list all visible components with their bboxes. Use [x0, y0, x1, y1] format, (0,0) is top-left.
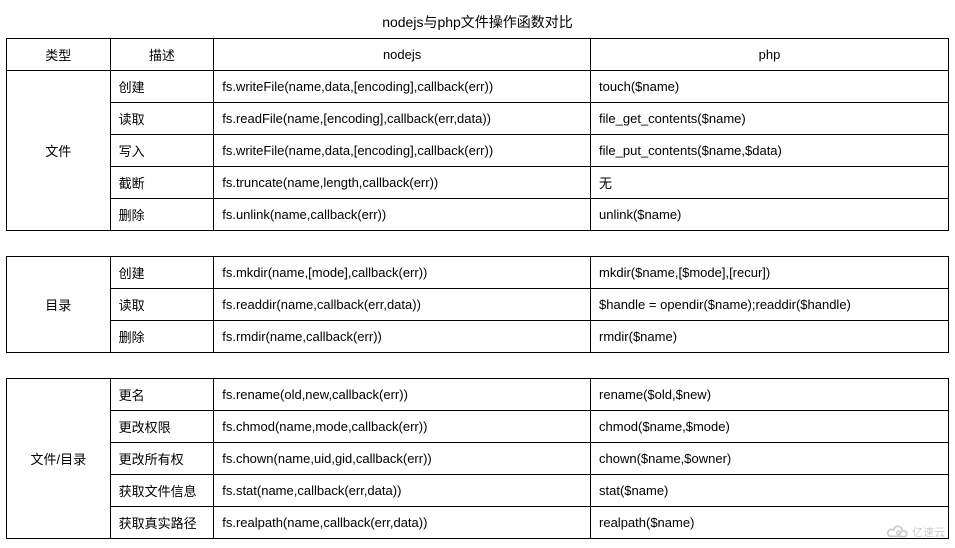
- cell-desc: 读取: [110, 103, 214, 135]
- type-cell: 文件: [7, 71, 111, 231]
- cell-desc: 获取真实路径: [110, 507, 214, 539]
- spacer-row: [7, 231, 949, 257]
- cell-desc: 读取: [110, 289, 214, 321]
- table-row: 截断fs.truncate(name,length,callback(err))…: [7, 167, 949, 199]
- cell-nodejs: fs.readdir(name,callback(err,data)): [214, 289, 591, 321]
- watermark-text: 亿速云: [912, 524, 945, 540]
- cell-desc: 创建: [110, 71, 214, 103]
- cell-desc: 更名: [110, 379, 214, 411]
- cell-php: stat($name): [591, 475, 949, 507]
- table-row: 目录创建fs.mkdir(name,[mode],callback(err))m…: [7, 257, 949, 289]
- cell-desc: 获取文件信息: [110, 475, 214, 507]
- cell-php: mkdir($name,[$mode],[recur]): [591, 257, 949, 289]
- cell-nodejs: fs.mkdir(name,[mode],callback(err)): [214, 257, 591, 289]
- header-desc: 描述: [110, 39, 214, 71]
- cell-desc: 创建: [110, 257, 214, 289]
- cell-php: 无: [591, 167, 949, 199]
- table-row: 读取fs.readdir(name,callback(err,data))$ha…: [7, 289, 949, 321]
- cell-nodejs: fs.rename(old,new,callback(err)): [214, 379, 591, 411]
- cell-desc: 删除: [110, 321, 214, 353]
- cell-nodejs: fs.writeFile(name,data,[encoding],callba…: [214, 71, 591, 103]
- cell-php: rmdir($name): [591, 321, 949, 353]
- table-row: 文件/目录更名fs.rename(old,new,callback(err))r…: [7, 379, 949, 411]
- header-nodejs: nodejs: [214, 39, 591, 71]
- cell-desc: 截断: [110, 167, 214, 199]
- table-row: 更改所有权fs.chown(name,uid,gid,callback(err)…: [7, 443, 949, 475]
- header-php: php: [591, 39, 949, 71]
- type-cell: 文件/目录: [7, 379, 111, 539]
- cell-nodejs: fs.rmdir(name,callback(err)): [214, 321, 591, 353]
- table-row: 删除fs.rmdir(name,callback(err))rmdir($nam…: [7, 321, 949, 353]
- cell-desc: 更改权限: [110, 411, 214, 443]
- table-row: 删除fs.unlink(name,callback(err))unlink($n…: [7, 199, 949, 231]
- table-row: 更改权限fs.chmod(name,mode,callback(err))chm…: [7, 411, 949, 443]
- cell-nodejs: fs.unlink(name,callback(err)): [214, 199, 591, 231]
- cell-php: file_put_contents($name,$data): [591, 135, 949, 167]
- type-cell: 目录: [7, 257, 111, 353]
- cell-nodejs: fs.chmod(name,mode,callback(err)): [214, 411, 591, 443]
- cloud-icon: [886, 525, 908, 539]
- cell-php: file_get_contents($name): [591, 103, 949, 135]
- cell-nodejs: fs.chown(name,uid,gid,callback(err)): [214, 443, 591, 475]
- cell-desc: 写入: [110, 135, 214, 167]
- header-type: 类型: [7, 39, 111, 71]
- cell-php: chown($name,$owner): [591, 443, 949, 475]
- cell-php: touch($name): [591, 71, 949, 103]
- cell-php: chmod($name,$mode): [591, 411, 949, 443]
- table-row: 读取fs.readFile(name,[encoding],callback(e…: [7, 103, 949, 135]
- cell-php: $handle = opendir($name);readdir($handle…: [591, 289, 949, 321]
- watermark: 亿速云: [886, 524, 945, 540]
- cell-nodejs: fs.realpath(name,callback(err,data)): [214, 507, 591, 539]
- table-title: nodejs与php文件操作函数对比: [7, 6, 949, 39]
- cell-nodejs: fs.stat(name,callback(err,data)): [214, 475, 591, 507]
- cell-php: unlink($name): [591, 199, 949, 231]
- cell-nodejs: fs.writeFile(name,data,[encoding],callba…: [214, 135, 591, 167]
- table-row: 获取真实路径fs.realpath(name,callback(err,data…: [7, 507, 949, 539]
- comparison-table: nodejs与php文件操作函数对比类型描述nodejsphp文件创建fs.wr…: [6, 6, 949, 539]
- table-row: 写入fs.writeFile(name,data,[encoding],call…: [7, 135, 949, 167]
- cell-nodejs: fs.truncate(name,length,callback(err)): [214, 167, 591, 199]
- spacer-row: [7, 353, 949, 379]
- cell-desc: 更改所有权: [110, 443, 214, 475]
- cell-nodejs: fs.readFile(name,[encoding],callback(err…: [214, 103, 591, 135]
- cell-desc: 删除: [110, 199, 214, 231]
- table-row: 获取文件信息fs.stat(name,callback(err,data))st…: [7, 475, 949, 507]
- table-row: 文件创建fs.writeFile(name,data,[encoding],ca…: [7, 71, 949, 103]
- cell-php: rename($old,$new): [591, 379, 949, 411]
